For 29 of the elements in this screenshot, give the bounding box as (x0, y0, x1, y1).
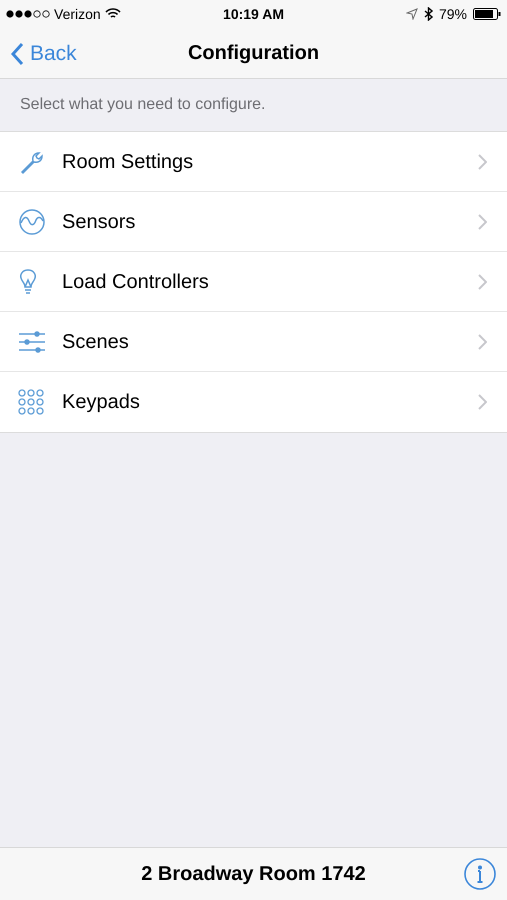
menu-item[interactable]: Load Controllers (0, 252, 507, 312)
carrier-name: Verizon (54, 4, 101, 24)
battery-icon (473, 8, 502, 20)
sliders-icon (18, 330, 46, 354)
section-header: Select what you need to configure. (20, 95, 266, 115)
keypad-icon (18, 389, 44, 415)
signal-icon (6, 10, 50, 18)
chevron-right-icon (478, 394, 487, 410)
back-button[interactable]: Back (10, 38, 77, 70)
chevron-right-icon (478, 334, 487, 350)
chevron-left-icon (10, 42, 24, 66)
chevron-right-icon (478, 274, 487, 290)
wifi-icon (104, 8, 121, 20)
menu-item[interactable]: Room Settings (0, 132, 507, 192)
screen-title: Configuration (188, 41, 320, 66)
info-icon (464, 858, 496, 890)
lightbulb-icon (18, 268, 38, 296)
menu-item[interactable]: Scenes (0, 312, 507, 372)
chevron-right-icon (478, 214, 487, 230)
clock-time: 10:19 AM (223, 4, 284, 24)
info-button[interactable] (464, 858, 496, 890)
room-name: 2 Broadway Room 1742 (141, 862, 366, 887)
bluetooth-icon (424, 7, 433, 21)
battery-percent: 79% (438, 4, 468, 24)
menu-item[interactable]: Sensors (0, 192, 507, 252)
location-arrow-icon (406, 8, 418, 20)
sensor-icon (18, 208, 46, 236)
menu-item[interactable]: Keypads (0, 372, 507, 432)
chevron-right-icon (478, 154, 487, 170)
